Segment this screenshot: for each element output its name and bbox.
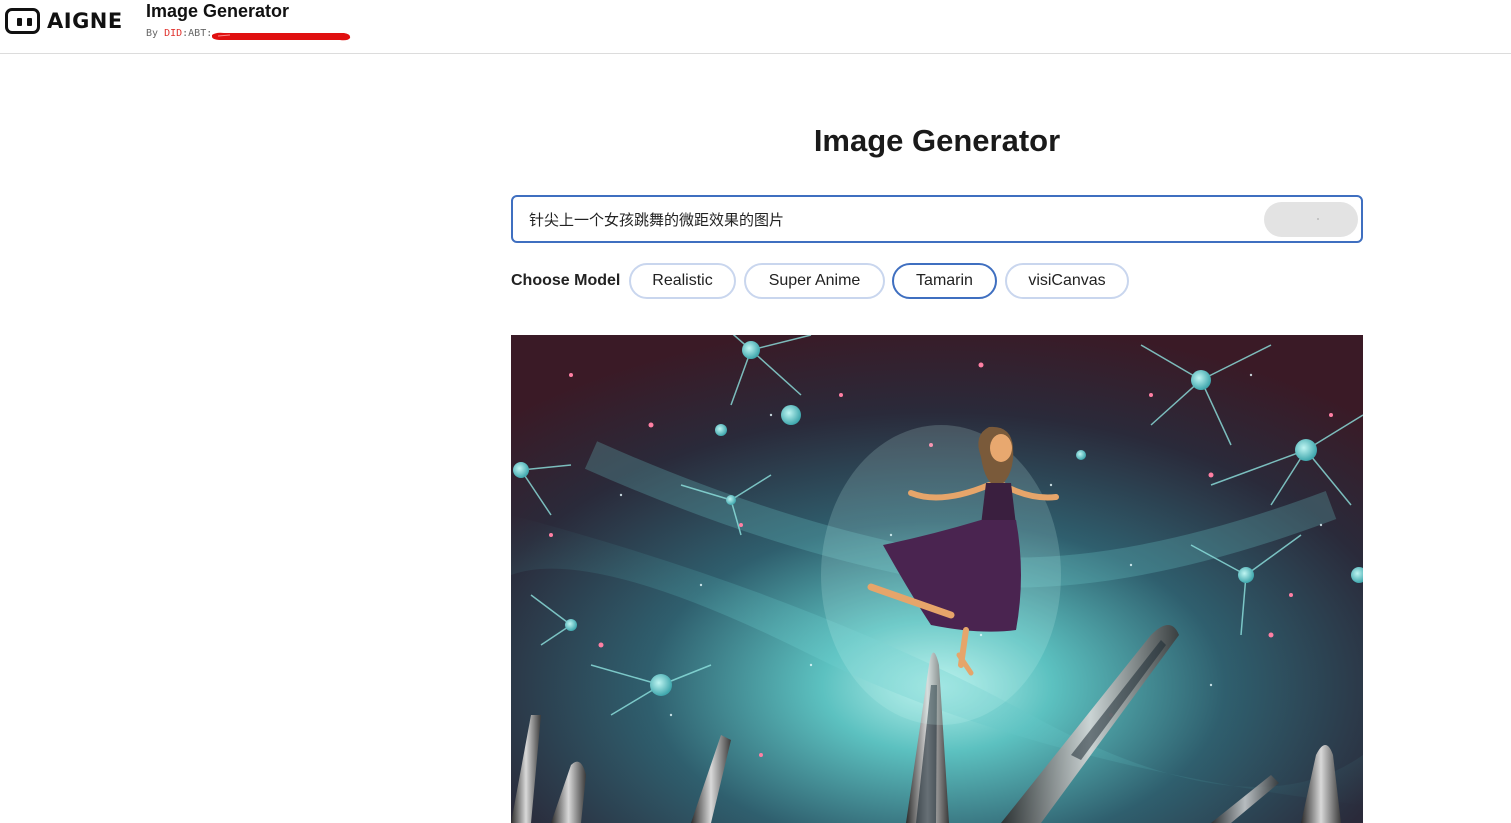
app-title: Image Generator bbox=[146, 1, 290, 21]
prompt-field[interactable] bbox=[511, 195, 1363, 243]
app-header: AIGNE Image Generator By DID:ABT: bbox=[0, 0, 1511, 54]
logo-mark-icon bbox=[5, 8, 40, 34]
model-chip-tamarin[interactable]: Tamarin bbox=[892, 263, 997, 299]
model-chip-visicanvas[interactable]: visiCanvas bbox=[1005, 263, 1129, 299]
prompt-input[interactable] bbox=[529, 208, 1249, 230]
logo-text: AIGNE bbox=[47, 9, 123, 33]
author-byline: By DID:ABT: bbox=[146, 28, 212, 40]
generate-button[interactable] bbox=[1264, 202, 1358, 237]
by-label: By bbox=[146, 28, 159, 39]
redaction-mark bbox=[212, 32, 351, 41]
model-chip-super-anime[interactable]: Super Anime bbox=[744, 263, 885, 299]
model-chip-realistic[interactable]: Realistic bbox=[629, 263, 736, 299]
did-suffix: :ABT: bbox=[182, 28, 213, 39]
generated-image bbox=[511, 335, 1363, 823]
did-prefix: DID bbox=[164, 28, 183, 39]
model-label: Choose Model bbox=[511, 272, 621, 289]
aigne-logo[interactable]: AIGNE bbox=[5, 8, 125, 34]
page-title: Image Generator bbox=[813, 123, 1061, 158]
